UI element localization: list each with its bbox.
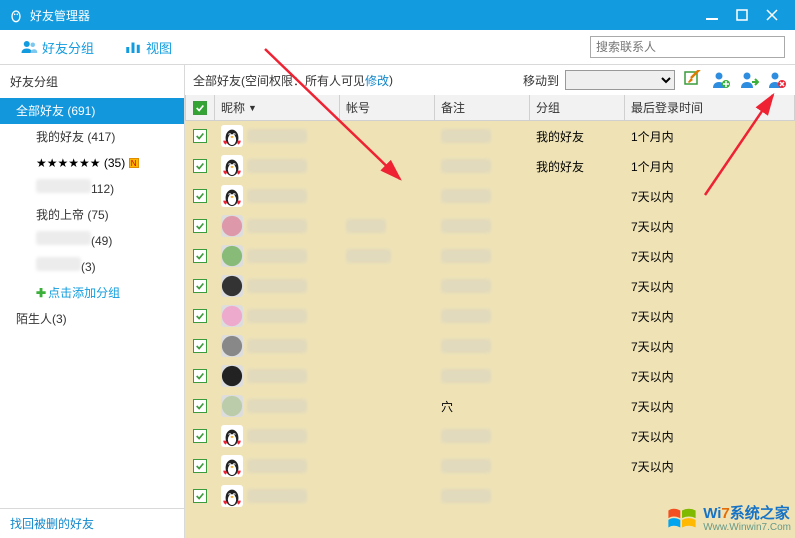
th-checkbox[interactable] (185, 95, 215, 120)
toolbar: 好友分组 视图 (0, 30, 795, 65)
recover-link[interactable]: 找回被删的好友 (10, 517, 94, 531)
group-stranger[interactable]: 陌生人(3) (0, 306, 184, 332)
sidebar: 好友分组 全部好友 (691)我的好友 (417)★★★★★★ (35) N11… (0, 65, 185, 538)
row-checkbox[interactable] (193, 429, 207, 443)
delete-friend-icon[interactable] (767, 70, 787, 90)
migrate-friend-icon[interactable] (739, 70, 759, 90)
table-row[interactable]: 7天以内 (185, 211, 795, 241)
friend-table: 昵称▼ 帐号 备注 分组 最后登录时间 我的好友1个月内我的好友1个月内7天以内… (185, 95, 795, 538)
search-input[interactable] (590, 36, 785, 58)
table-row[interactable]: 穴7天以内 (185, 391, 795, 421)
content-title: 全部好友 (193, 72, 241, 89)
window-title: 好友管理器 (30, 7, 697, 24)
titlebar: 好友管理器 (0, 0, 795, 30)
avatar (221, 305, 243, 327)
maximize-button[interactable] (727, 0, 757, 30)
perm-label: (空间权限：所有人可见 (241, 72, 365, 89)
group-add[interactable]: ✚点击添加分组 (0, 280, 184, 306)
chart-icon (124, 38, 142, 56)
avatar (221, 185, 243, 207)
friend-group-button[interactable]: 好友分组 (10, 34, 104, 61)
row-checkbox[interactable] (193, 489, 207, 503)
view-button[interactable]: 视图 (114, 34, 182, 61)
avatar (221, 425, 243, 447)
row-checkbox[interactable] (193, 279, 207, 293)
edit-icon[interactable] (683, 70, 703, 90)
th-nickname[interactable]: 昵称▼ (215, 95, 340, 120)
add-friend-icon[interactable] (711, 70, 731, 90)
th-last-login[interactable]: 最后登录时间 (625, 95, 795, 120)
row-checkbox[interactable] (193, 189, 207, 203)
content: 全部好友 (空间权限：所有人可见 修改 ) 移动到 昵称▼ 帐号 备注 分组 最… (185, 65, 795, 538)
row-checkbox[interactable] (193, 249, 207, 263)
move-to-select[interactable] (565, 70, 675, 90)
main: 好友分组 全部好友 (691)我的好友 (417)★★★★★★ (35) N11… (0, 65, 795, 538)
row-checkbox[interactable] (193, 339, 207, 353)
row-checkbox[interactable] (193, 459, 207, 473)
view-label: 视图 (146, 38, 172, 57)
group-blur3[interactable]: (3) (0, 254, 184, 280)
sidebar-tree: 全部好友 (691)我的好友 (417)★★★★★★ (35) N112)我的上… (0, 98, 184, 508)
friend-group-label: 好友分组 (42, 38, 94, 57)
table-row[interactable]: 7天以内 (185, 181, 795, 211)
new-badge-icon: N (129, 158, 139, 168)
avatar (221, 125, 243, 147)
table-row[interactable]: 7天以内 (185, 421, 795, 451)
row-checkbox[interactable] (193, 399, 207, 413)
sort-desc-icon: ▼ (248, 103, 257, 113)
table-row[interactable] (185, 481, 795, 511)
avatar (221, 245, 243, 267)
group-all[interactable]: 全部好友 (691) (0, 98, 184, 124)
close-button[interactable] (757, 0, 787, 30)
table-row[interactable]: 7天以内 (185, 361, 795, 391)
sidebar-header: 好友分组 (0, 65, 184, 98)
row-checkbox[interactable] (193, 309, 207, 323)
avatar (221, 455, 243, 477)
th-group[interactable]: 分组 (530, 95, 625, 120)
table-row[interactable]: 7天以内 (185, 331, 795, 361)
group-blur2[interactable]: (49) (0, 228, 184, 254)
row-checkbox[interactable] (193, 369, 207, 383)
plus-icon: ✚ (36, 286, 46, 300)
table-row[interactable]: 7天以内 (185, 271, 795, 301)
row-checkbox[interactable] (193, 219, 207, 233)
group-starred[interactable]: ★★★★★★ (35) N (0, 150, 184, 176)
avatar (221, 365, 243, 387)
avatar (221, 155, 243, 177)
th-account[interactable]: 帐号 (340, 95, 435, 120)
avatar (221, 485, 243, 507)
group-mygod[interactable]: 我的上帝 (75) (0, 202, 184, 228)
avatar (221, 335, 243, 357)
table-row[interactable]: 我的好友1个月内 (185, 121, 795, 151)
avatar (221, 275, 243, 297)
perm-edit-link[interactable]: 修改 (365, 72, 389, 89)
table-row[interactable]: 7天以内 (185, 301, 795, 331)
table-header: 昵称▼ 帐号 备注 分组 最后登录时间 (185, 95, 795, 121)
app-icon (8, 7, 24, 23)
row-checkbox[interactable] (193, 129, 207, 143)
avatar (221, 395, 243, 417)
table-row[interactable]: 7天以内 (185, 241, 795, 271)
table-body: 我的好友1个月内我的好友1个月内7天以内7天以内7天以内7天以内7天以内7天以内… (185, 121, 795, 538)
group-blur1[interactable]: 112) (0, 176, 184, 202)
content-header: 全部好友 (空间权限：所有人可见 修改 ) 移动到 (185, 65, 795, 95)
checkbox-all-icon (193, 101, 207, 115)
th-remark[interactable]: 备注 (435, 95, 530, 120)
row-checkbox[interactable] (193, 159, 207, 173)
move-to-label: 移动到 (523, 72, 559, 89)
people-icon (20, 38, 38, 56)
table-row[interactable]: 我的好友1个月内 (185, 151, 795, 181)
perm-suffix: ) (389, 73, 393, 87)
sidebar-footer: 找回被删的好友 (0, 508, 184, 538)
table-row[interactable]: 7天以内 (185, 451, 795, 481)
avatar (221, 215, 243, 237)
group-myfriends[interactable]: 我的好友 (417) (0, 124, 184, 150)
minimize-button[interactable] (697, 0, 727, 30)
